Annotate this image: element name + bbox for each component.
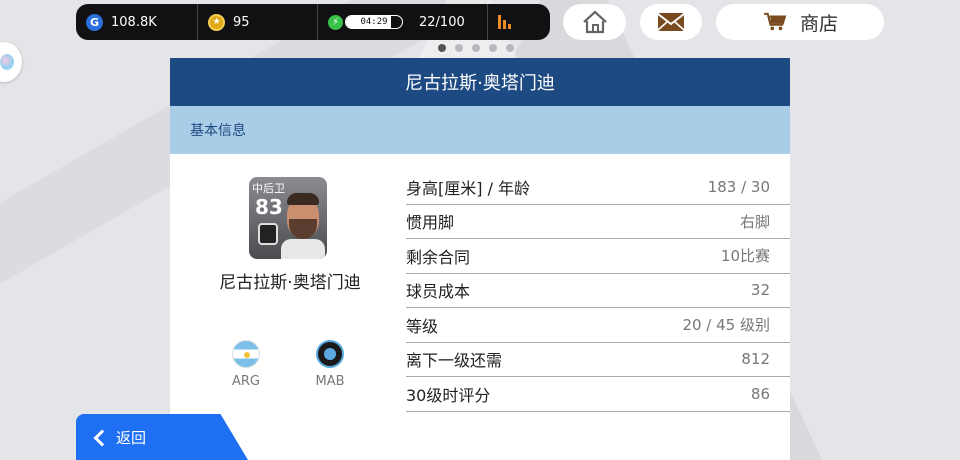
currency-bar: G 108.8K ★ 95 ⚡ 04:29 22/100 (76, 4, 550, 40)
page-dot[interactable] (506, 44, 514, 52)
panel-title: 尼古拉斯·奥塔门迪 (170, 58, 790, 106)
stat-row: 身高[厘米] / 年龄 183 / 30 (406, 170, 790, 205)
energy-display: ⚡ 04:29 22/100 (318, 4, 488, 40)
stat-value: 812 (741, 350, 770, 369)
stat-value: 10比赛 (720, 247, 770, 266)
page-dot[interactable] (455, 44, 463, 52)
chevron-left-icon (93, 429, 111, 447)
shop-button[interactable]: 商店 (716, 4, 884, 40)
player-rating: 83 (255, 195, 283, 219)
player-card[interactable]: 中后卫 83 (249, 177, 327, 259)
stat-row: 30级时评分 86 (406, 377, 790, 412)
mail-button[interactable] (640, 4, 702, 40)
coin-icon: ★ (208, 13, 225, 31)
stat-label: 惯用脚 (406, 213, 455, 233)
stat-value: 右脚 (739, 212, 770, 231)
stat-value: 32 (750, 281, 770, 300)
nationality-label: ARG (232, 374, 260, 389)
stat-value: 86 (750, 384, 770, 403)
player-photo (281, 191, 325, 259)
coins-display: ★ 95 (198, 4, 318, 40)
stats-list: 身高[厘米] / 年龄 183 / 30 惯用脚 右脚 剩余合同 10比赛 球员… (406, 170, 790, 460)
club-label: MAB (315, 374, 345, 389)
energy-timer: 04:29 (360, 17, 388, 27)
stat-value: 20 / 45 级别 (682, 316, 770, 335)
back-button[interactable]: 返回 (76, 414, 248, 460)
section-title: 基本信息 (170, 106, 790, 154)
stat-label: 离下一级还需 (406, 351, 503, 371)
stat-row: 惯用脚 右脚 (406, 205, 790, 239)
gp-display: G 108.8K (76, 4, 198, 40)
mail-icon (657, 13, 685, 31)
club-badge-icon (258, 223, 278, 245)
stat-label: 球员成本 (406, 282, 471, 302)
energy-icon: ⚡ (328, 14, 343, 30)
shop-label: 商店 (799, 12, 838, 35)
gp-value: 108.8K (111, 14, 157, 30)
energy-count: 22/100 (419, 14, 465, 30)
home-button[interactable] (563, 4, 626, 40)
page-dot[interactable] (472, 44, 480, 52)
page-indicator (438, 44, 514, 52)
home-icon (582, 10, 607, 34)
argentina-flag-icon (232, 340, 260, 368)
cart-icon (764, 12, 787, 31)
stat-label: 等级 (406, 316, 439, 336)
club-block[interactable]: MAB (300, 340, 360, 389)
page-dot[interactable] (438, 44, 446, 52)
stat-row: 球员成本 32 (406, 274, 790, 308)
stat-row-empty (406, 412, 790, 460)
player-info-panel: 尼古拉斯·奥塔门迪 基本信息 中后卫 83 尼古拉斯·奥塔门迪 ARG MAB … (170, 58, 790, 460)
stat-row: 等级 20 / 45 级别 (406, 308, 790, 343)
stat-value: 183 / 30 (707, 177, 770, 196)
back-label: 返回 (116, 428, 147, 447)
energy-bar: 04:29 (345, 15, 403, 29)
stat-label: 30级时评分 (406, 385, 491, 405)
club-crest-icon (316, 340, 344, 368)
page-dot[interactable] (489, 44, 497, 52)
player-name: 尼古拉斯·奥塔门迪 (219, 273, 361, 293)
player-position: 中后卫 (252, 182, 285, 195)
stat-label: 身高[厘米] / 年龄 (406, 178, 531, 198)
signal-icon (498, 15, 511, 29)
stat-row: 离下一级还需 812 (406, 343, 790, 377)
signal-display (488, 4, 521, 40)
stat-label: 剩余合同 (406, 247, 471, 267)
nationality-block[interactable]: ARG (216, 340, 276, 389)
stat-row: 剩余合同 10比赛 (406, 239, 790, 274)
coins-value: 95 (233, 14, 250, 30)
gp-icon: G (86, 13, 103, 31)
